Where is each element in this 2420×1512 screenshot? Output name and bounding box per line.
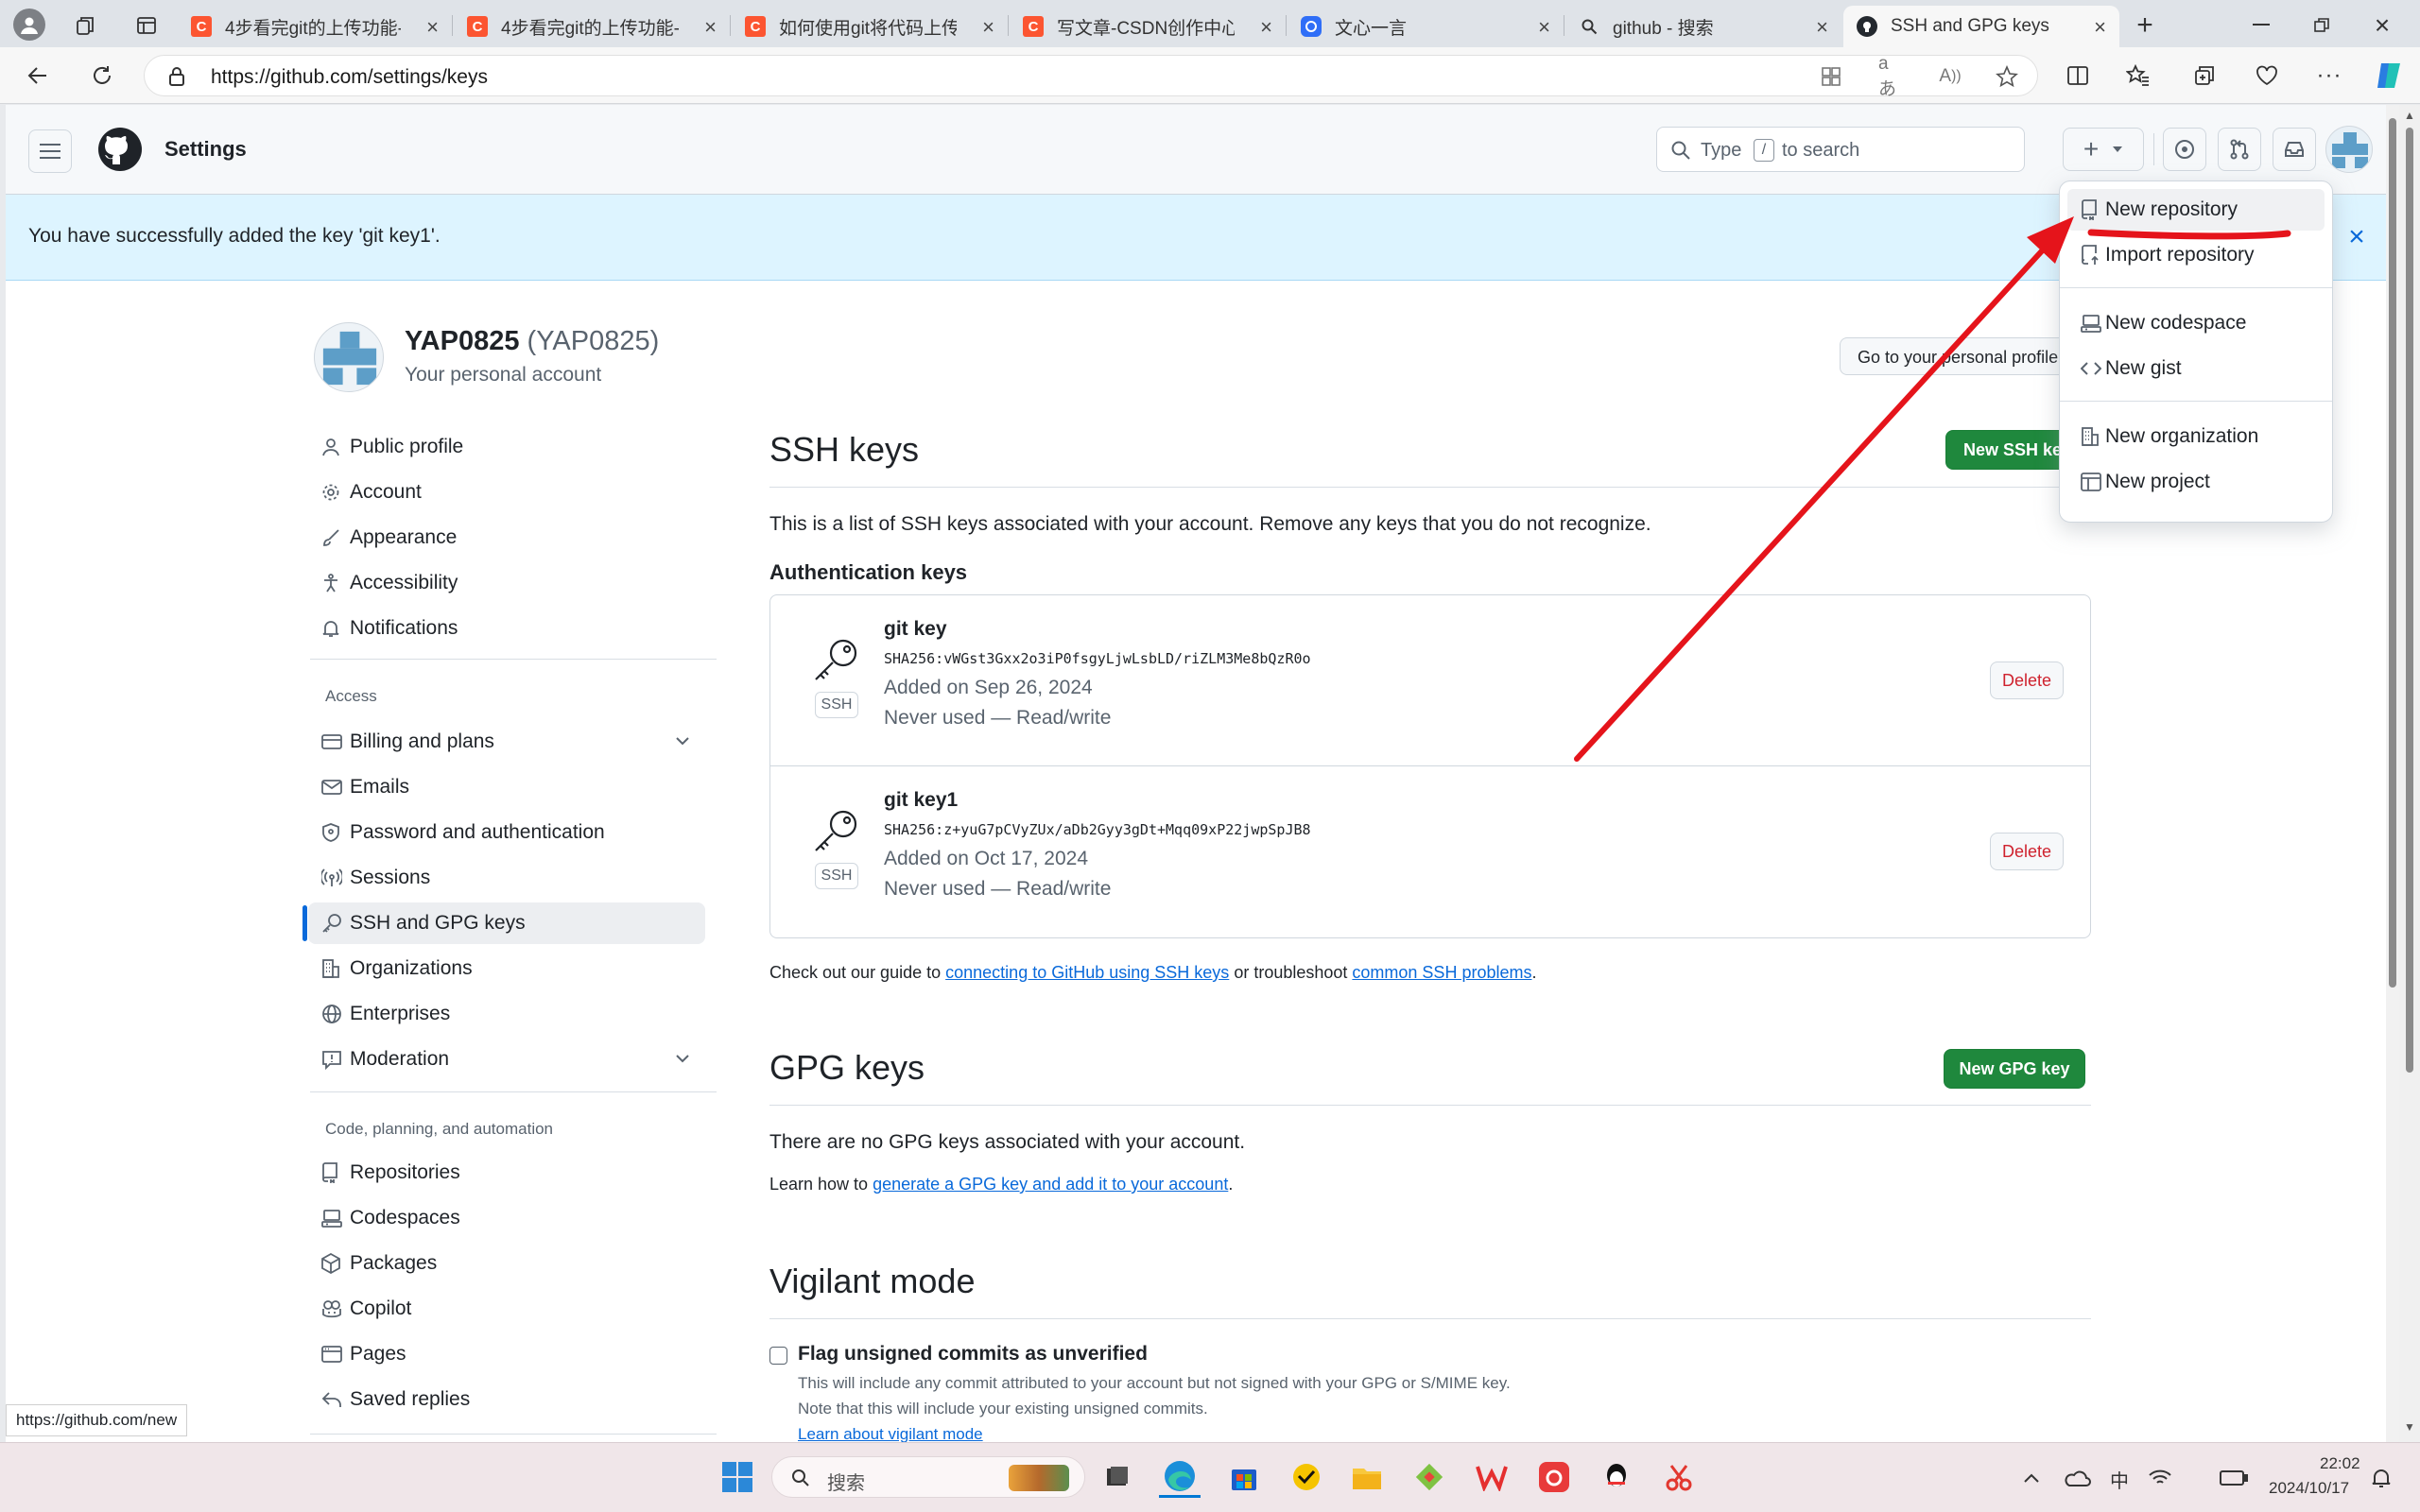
browser-tab[interactable]: C 4步看完git的上传功能-CS × [178,6,452,47]
taskbar-search[interactable]: 搜索 [771,1456,1085,1498]
close-tab-icon[interactable]: × [426,15,439,40]
browser-tab-strip: C 4步看完git的上传功能-CS × C 4步看完git的上传功能-CS × … [0,0,2420,47]
github-page: Settings Type / to search + You have suc… [6,105,2399,1442]
favorite-star-icon[interactable] [1994,63,2020,90]
browser-tab[interactable]: C 如何使用git将代码上传到 × [732,6,1008,47]
browser-tab-active[interactable]: SSH and GPG keys × [1843,6,2119,47]
snipping-tool-icon[interactable] [1660,1458,1698,1496]
split-screen-icon[interactable] [2061,59,2095,93]
wifi-icon[interactable] [2146,1464,2174,1492]
collections-icon[interactable] [2187,59,2221,93]
lock-icon[interactable] [165,65,188,88]
browser-tab[interactable]: C 4步看完git的上传功能-CS × [454,6,730,47]
github-icon [1857,16,1877,37]
browser-tab[interactable]: github - 搜索 × [1565,6,1841,47]
input-language[interactable]: 中 [2110,1466,2129,1493]
browser-scrollbar-thumb[interactable] [2406,128,2413,1073]
close-tab-icon[interactable]: × [1260,15,1272,40]
scroll-up-arrow-icon[interactable]: ▲ [2404,109,2415,122]
browser-tab[interactable]: 文心一言 × [1288,6,1564,47]
norton-icon[interactable] [1288,1458,1325,1496]
onedrive-icon[interactable] [2061,1464,2093,1492]
new-tab-icon[interactable]: + [2129,9,2161,42]
restore-icon[interactable] [2303,9,2341,42]
read-aloud-icon[interactable]: A)) [1937,63,1963,90]
csdn-icon: C [467,16,488,37]
chevron-up-icon[interactable] [2017,1464,2046,1492]
csdn-icon: C [745,16,766,37]
search-highlight-icon [1009,1465,1069,1491]
csdn-icon: C [191,16,212,37]
profile-icon[interactable] [13,9,45,41]
scroll-down-arrow-icon[interactable]: ▼ [2404,1420,2415,1434]
netease-music-icon[interactable] [1535,1458,1573,1496]
close-window-icon[interactable]: × [2363,9,2401,42]
search-icon [1579,16,1599,37]
task-view-icon[interactable] [1098,1458,1136,1496]
wps-icon[interactable] [1473,1458,1511,1496]
close-tab-icon[interactable]: × [1816,15,1828,40]
qq-icon[interactable] [1598,1458,1635,1496]
favorites-icon[interactable] [2121,59,2155,93]
windows-start-icon[interactable] [720,1460,754,1494]
git-app-icon[interactable] [1410,1458,1448,1496]
close-tab-icon[interactable]: × [2094,15,2106,40]
link-preview-status: https://github.com/new [6,1404,188,1436]
browser-tab[interactable]: C 写文章-CSDN创作中心 × [1010,6,1286,47]
refresh-icon[interactable] [85,59,119,93]
clock-time[interactable]: 22:02 [2320,1454,2360,1473]
csdn-icon: C [1023,16,1044,37]
store-icon[interactable] [1225,1458,1263,1496]
wenxin-icon [1301,16,1322,37]
browser-essentials-icon[interactable] [2250,59,2284,93]
file-explorer-icon[interactable] [1348,1458,1386,1496]
close-tab-icon[interactable]: × [704,15,717,40]
browser-scrollbar-track: ▲ ▼ [2399,105,2420,1442]
tab-actions-icon[interactable] [132,11,161,40]
annotation-arrow [1574,216,2291,762]
close-tab-icon[interactable]: × [982,15,994,40]
battery-icon[interactable] [2218,1464,2250,1492]
edge-icon[interactable] [1159,1456,1201,1498]
workspaces-icon[interactable] [72,11,100,40]
close-tab-icon[interactable]: × [1538,15,1550,40]
copilot-icon[interactable] [2371,57,2409,94]
browser-toolbar: https://github.com/settings/keys aあ A)) … [0,47,2420,104]
notification-bell-icon[interactable] [2367,1464,2395,1492]
url-text[interactable]: https://github.com/settings/keys [211,66,488,89]
search-icon [792,1469,809,1486]
address-bar[interactable]: https://github.com/settings/keys aあ A)) [144,54,2038,99]
app-available-icon[interactable] [1818,63,1844,90]
translate-icon[interactable]: aあ [1878,54,1905,99]
windows-taskbar: 搜索 中 22:02 2024/10/17 [0,1442,2420,1512]
clock-date[interactable]: 2024/10/17 [2269,1479,2349,1498]
minimize-icon[interactable] [2242,9,2280,42]
more-icon[interactable]: ··· [2312,59,2346,93]
back-icon[interactable] [21,59,55,93]
